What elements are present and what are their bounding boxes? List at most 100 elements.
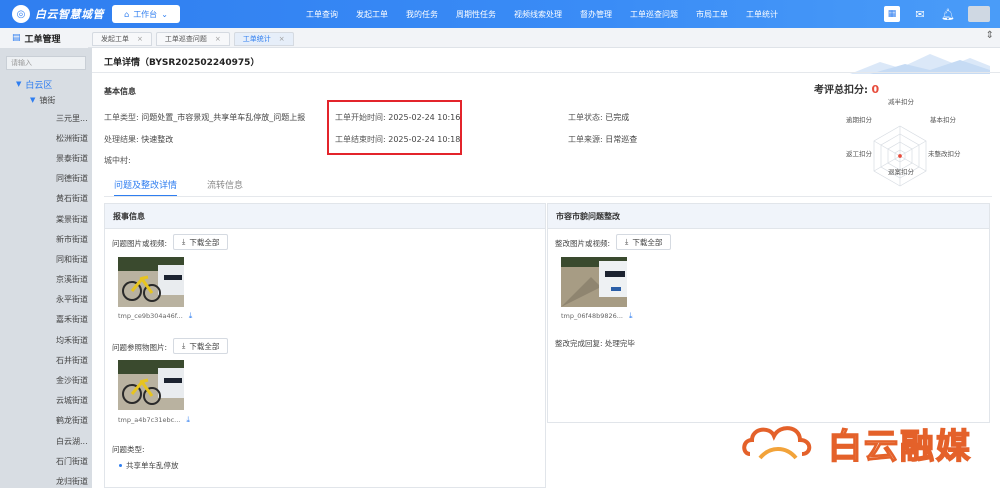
tab-flow-info[interactable]: 流转信息 (207, 178, 243, 197)
radar-label: 减半扣分 (888, 98, 914, 106)
download-icon: ⤓ (182, 341, 186, 350)
nav-item-city-tickets[interactable]: 市局工单 (696, 9, 728, 20)
tree-item[interactable]: 同德街道 (0, 169, 92, 189)
photo-svg (561, 257, 627, 307)
field-urban-village: 城中村: (104, 155, 131, 166)
workbench-label: 工作台 (133, 9, 158, 19)
radar-label: 退案扣分 (888, 168, 914, 176)
download-icon[interactable]: ⤓ (186, 415, 190, 425)
nav-item-video-leads[interactable]: 视频线索处理 (514, 9, 562, 20)
reference-label: 问题参照物图片: (112, 343, 168, 352)
file-name-text: tmp_a4b7c31ebc... (118, 416, 181, 424)
nav-item-create-ticket[interactable]: 发起工单 (356, 9, 388, 20)
tree-item[interactable]: 永平街道 (0, 290, 92, 310)
home-icon: ⌂ (124, 9, 130, 19)
score-radar-chart: 减半扣分 基本扣分 未整改扣分 退案扣分 返工扣分 逾期扣分 (838, 92, 968, 220)
module-icon: ▤ (12, 33, 21, 43)
close-icon[interactable]: × (137, 35, 143, 43)
tree-item[interactable]: 云城街道 (0, 391, 92, 411)
file-name: tmp_a4b7c31ebc... ⤓ (118, 415, 190, 425)
message-icon[interactable]: ✉ (912, 6, 928, 22)
tree-item[interactable]: 均禾街道 (0, 330, 92, 350)
grid-apps-icon[interactable]: ▦ (884, 6, 900, 22)
tree-item[interactable]: 金沙街道 (0, 370, 92, 390)
workbench-button[interactable]: ⌂ 工作台 ⌄ (112, 5, 180, 23)
tab-patrol-issues[interactable]: 工单巡查问题 × (155, 32, 230, 46)
tree-item[interactable]: 棠景街道 (0, 209, 92, 229)
tab-create-ticket[interactable]: 发起工单 × (92, 32, 152, 46)
page-title: 工单详情（BYSR202502240975） (104, 58, 260, 68)
nav-item-my-tasks[interactable]: 我的任务 (406, 9, 438, 20)
avatar[interactable] (968, 6, 990, 22)
divider (104, 196, 992, 197)
nav-item-ticket-stats[interactable]: 工单统计 (746, 9, 778, 20)
download-icon[interactable]: ⤓ (629, 311, 633, 321)
field-label: 工单来源: (568, 135, 603, 144)
app-logo[interactable]: ◎ 白云智慧城管 (12, 5, 104, 23)
tree-node-label: 镇街 (39, 95, 56, 105)
field-label: 工单状态: (568, 113, 603, 122)
tree-item[interactable]: 石井街道 (0, 350, 92, 370)
file-name: tmp_06f48b9826... ⤓ (561, 311, 633, 321)
field-status: 工单状态: 已完成 (568, 112, 629, 123)
download-icon: ⤓ (625, 237, 629, 246)
nav-item-supervision[interactable]: 督办管理 (580, 9, 612, 20)
download-all-button[interactable]: ⤓ 下载全部 (173, 338, 229, 354)
rectified-photo-thumbnail[interactable] (561, 257, 627, 307)
header-actions: ▦ ✉ 🔔︎ (884, 6, 990, 22)
app-name: 白云智慧城管 (35, 8, 104, 21)
tab-ticket-stats[interactable]: 工单统计 × (233, 32, 294, 46)
radar-label: 基本扣分 (930, 116, 956, 124)
button-label: 下载全部 (189, 237, 220, 247)
field-value: 已完成 (605, 113, 630, 122)
problem-type-value: 共享单车乱停放 (126, 461, 179, 470)
field-label: 城中村: (104, 156, 131, 165)
download-icon: ⤓ (182, 237, 186, 246)
field-value: 问题处置_市容景观_共享单车乱停放_问题上报 (141, 113, 306, 122)
tree-node-baiyun[interactable]: ▼ 白云区 (0, 76, 92, 92)
sidebar-search-input[interactable]: 请输入 (6, 56, 86, 70)
tree-item[interactable]: 鹤龙街道 (0, 411, 92, 431)
close-icon[interactable]: × (279, 35, 285, 43)
tab-issue-detail[interactable]: 问题及整改详情 (114, 178, 178, 197)
tree-item[interactable]: 京溪街道 (0, 270, 92, 290)
reference-photo-thumbnail[interactable] (118, 360, 184, 410)
tree-item[interactable]: 新市街道 (0, 229, 92, 249)
mountain-decoration (850, 54, 990, 74)
caret-down-icon: ▼ (16, 80, 22, 88)
nav-item-patrol-issues[interactable]: 工单巡查问题 (630, 9, 678, 20)
nav-item-periodic-tasks[interactable]: 周期性任务 (456, 9, 496, 20)
watermark: 白云融媒 (740, 418, 972, 468)
tree-item[interactable]: 白云湖... (0, 431, 92, 451)
download-all-button[interactable]: ⤓ 下载全部 (616, 234, 672, 250)
tabs-menu-icon[interactable]: ⇕ (986, 30, 994, 41)
problem-photo-thumbnail[interactable] (118, 257, 184, 307)
radar-label: 返工扣分 (846, 150, 872, 158)
tab-label: 工单统计 (242, 35, 271, 43)
nav-item-ticket-query[interactable]: 工单查询 (306, 9, 338, 20)
tree-item[interactable]: 三元里... (0, 108, 92, 128)
tree-item[interactable]: 黄石街道 (0, 189, 92, 209)
download-icon[interactable]: ⤓ (189, 311, 193, 321)
tree-item[interactable]: 石门街道 (0, 451, 92, 471)
tree-item[interactable]: 龙归街道 (0, 471, 92, 488)
close-icon[interactable]: × (215, 35, 221, 43)
module-title: ▤ 工单管理 (0, 28, 88, 48)
tree-item[interactable]: 松洲街道 (0, 128, 92, 148)
reply-value: 处理完毕 (604, 339, 635, 348)
radar-label: 未整改扣分 (928, 150, 961, 158)
download-all-button[interactable]: ⤓ 下载全部 (173, 234, 229, 250)
file-name: tmp_ce9b304a46f... ⤓ (118, 311, 192, 321)
tree-node-towns[interactable]: ▼ 镇街 (0, 92, 92, 108)
tree-item[interactable]: 景泰街道 (0, 148, 92, 168)
sidebar: 请输入 ▼ 白云区 ▼ 镇街 三元里... 松洲街道 景泰街道 同德街道 黄石街… (0, 48, 92, 488)
tree-item[interactable]: 同和街道 (0, 249, 92, 269)
bell-icon[interactable]: 🔔︎ (940, 6, 956, 22)
tree-item[interactable]: 嘉禾街道 (0, 310, 92, 330)
photo-svg (118, 360, 184, 410)
tree-node-label: 白云区 (25, 80, 53, 91)
basic-info-title: 基本信息 (104, 87, 136, 96)
problem-type-label: 问题类型: (112, 445, 145, 454)
tab-label: 发起工单 (101, 35, 129, 43)
panel-title: 报事信息 (105, 204, 545, 229)
